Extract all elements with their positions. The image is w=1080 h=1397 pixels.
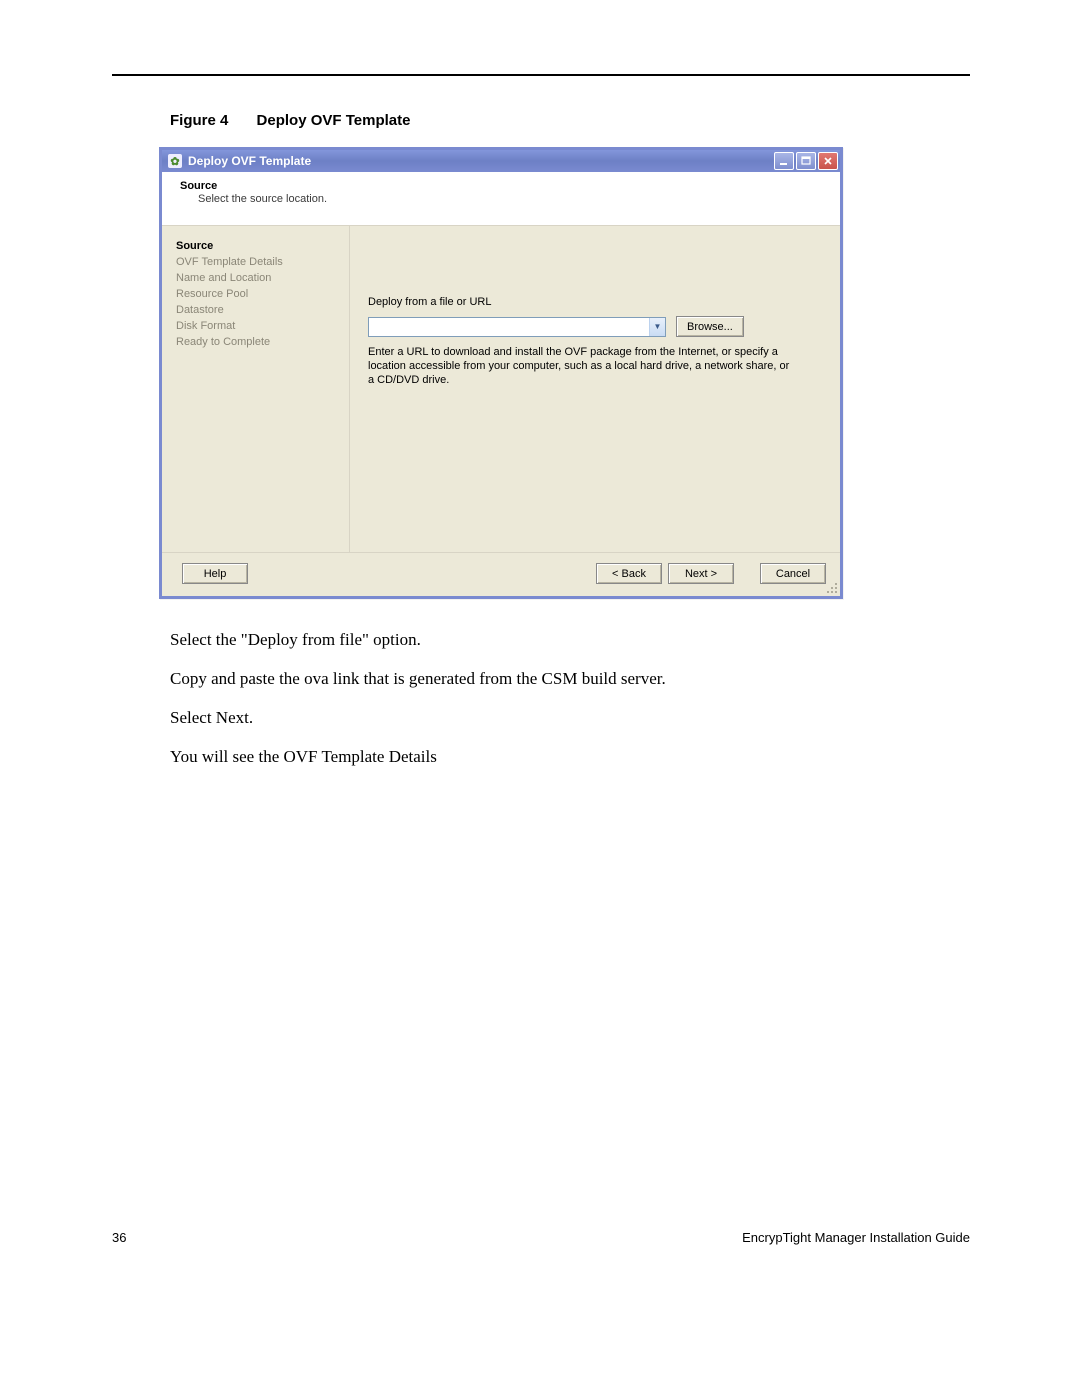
dialog-header: Source Select the source location. [162, 172, 840, 226]
dialog-body: Source OVF Template Details Name and Loc… [162, 226, 840, 552]
help-button[interactable]: Help [182, 563, 248, 584]
source-url-input[interactable] [369, 318, 649, 336]
step-name-location[interactable]: Name and Location [176, 270, 339, 286]
step-ovf-details[interactable]: OVF Template Details [176, 254, 339, 270]
instruction-paragraph: Select Next. [170, 707, 970, 730]
window-controls [774, 152, 838, 170]
resize-grip-icon[interactable] [824, 580, 838, 594]
figure-label: Figure 4 [170, 112, 228, 129]
dropdown-icon[interactable]: ▼ [649, 318, 665, 336]
header-subtitle: Select the source location. [198, 193, 826, 205]
step-ready-complete[interactable]: Ready to Complete [176, 334, 339, 350]
cancel-button[interactable]: Cancel [760, 563, 826, 584]
header-title: Source [180, 180, 826, 192]
instruction-paragraph: Select the "Deploy from file" option. [170, 629, 970, 652]
wizard-steps-sidebar: Source OVF Template Details Name and Loc… [162, 226, 350, 552]
step-disk-format[interactable]: Disk Format [176, 318, 339, 334]
step-resource-pool[interactable]: Resource Pool [176, 286, 339, 302]
document-title: EncrypTight Manager Installation Guide [742, 1230, 970, 1245]
deploy-source-label: Deploy from a file or URL [368, 296, 822, 308]
source-help-text: Enter a URL to download and install the … [368, 345, 798, 387]
dialog-title: Deploy OVF Template [188, 154, 311, 168]
dialog-content: Deploy from a file or URL ▼ Browse... En… [350, 226, 840, 552]
instruction-paragraph: Copy and paste the ova link that is gene… [170, 668, 970, 691]
minimize-button[interactable] [774, 152, 794, 170]
instruction-paragraph: You will see the OVF Template Details [170, 746, 970, 769]
browse-button[interactable]: Browse... [676, 316, 744, 337]
dialog-screenshot: ✿ Deploy OVF Template Source Select th [159, 147, 843, 599]
deploy-ovf-dialog: ✿ Deploy OVF Template Source Select th [159, 147, 843, 599]
app-icon: ✿ [168, 154, 182, 168]
instructional-text: Select the "Deploy from file" option. Co… [170, 629, 970, 769]
page-number: 36 [112, 1230, 126, 1245]
dialog-button-bar: Help < Back Next > Cancel [162, 552, 840, 596]
source-input-row: ▼ Browse... [368, 316, 822, 337]
top-rule [112, 74, 970, 76]
step-datastore[interactable]: Datastore [176, 302, 339, 318]
dialog-titlebar[interactable]: ✿ Deploy OVF Template [162, 150, 840, 172]
figure-caption: Figure 4 Deploy OVF Template [170, 112, 970, 129]
page-content-area: Figure 4 Deploy OVF Template ✿ Deploy OV… [112, 74, 970, 785]
next-button[interactable]: Next > [668, 563, 734, 584]
source-url-combobox[interactable]: ▼ [368, 317, 666, 337]
step-source[interactable]: Source [176, 238, 339, 254]
figure-title: Deploy OVF Template [257, 112, 411, 129]
back-button[interactable]: < Back [596, 563, 662, 584]
page-footer: 36 EncrypTight Manager Installation Guid… [112, 1230, 970, 1245]
maximize-button[interactable] [796, 152, 816, 170]
close-button[interactable] [818, 152, 838, 170]
